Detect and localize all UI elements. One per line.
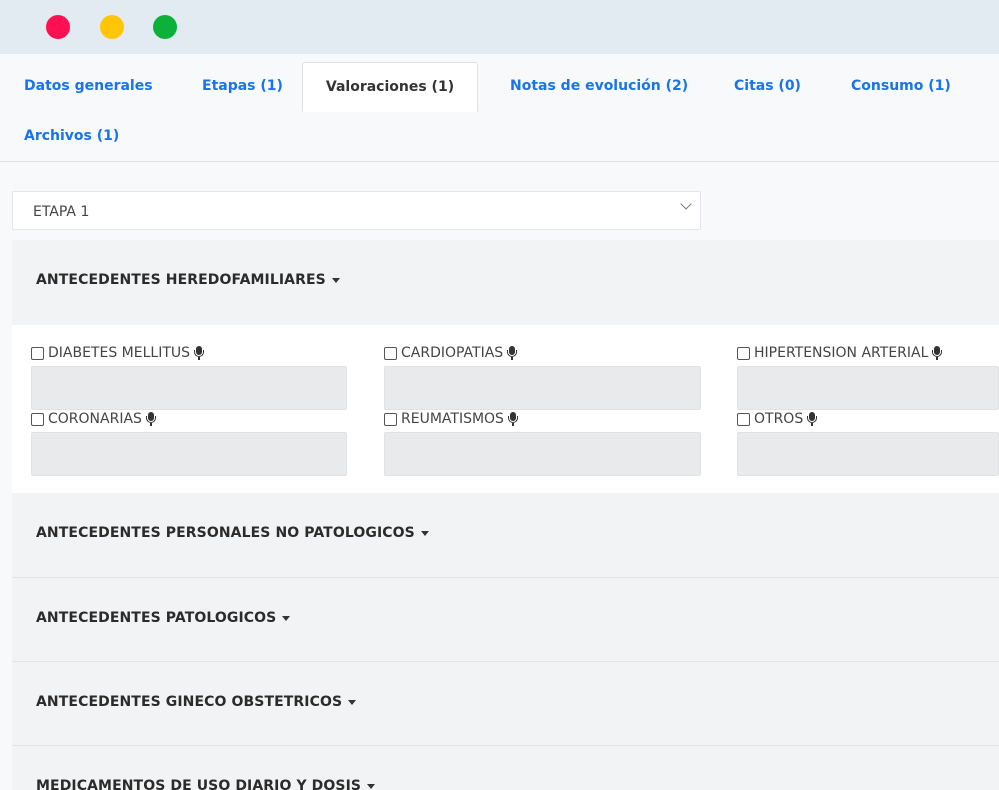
microphone-icon[interactable] xyxy=(194,346,205,360)
cardiopatias-checkbox[interactable] xyxy=(384,346,397,360)
diabetes-mellitus-checkbox[interactable] xyxy=(31,346,44,360)
field-label: HIPERTENSION ARTERIAL xyxy=(754,345,929,361)
field-label: CORONARIAS xyxy=(48,411,142,427)
coronarias-input[interactable] xyxy=(31,432,347,476)
caret-down-icon xyxy=(282,615,291,621)
section-header-medicamentos[interactable]: MEDICAMENTOS DE USO DIARIO Y DOSIS xyxy=(12,745,999,790)
maximize-window-button[interactable] xyxy=(153,15,177,39)
field-label: OTROS xyxy=(754,411,804,427)
tab-etapas[interactable]: Etapas (1) xyxy=(202,78,283,94)
microphone-icon[interactable] xyxy=(932,346,943,360)
hipertension-arterial-checkbox[interactable] xyxy=(737,346,750,360)
caret-down-icon xyxy=(367,783,376,789)
section-header-gineco-obstetricos[interactable]: ANTECEDENTES GINECO OBSTETRICOS xyxy=(12,661,999,745)
coronarias-checkbox[interactable] xyxy=(31,412,44,426)
diabetes-mellitus-input[interactable] xyxy=(31,366,347,410)
field-label: DIABETES MELLITUS xyxy=(48,345,191,361)
minimize-window-button[interactable] xyxy=(100,15,124,39)
field-label: REUMATISMOS xyxy=(401,411,504,427)
reumatismos-checkbox[interactable] xyxy=(384,412,397,426)
tab-consumo[interactable]: Consumo (1) xyxy=(851,78,951,94)
section-header-heredofamiliares[interactable]: ANTECEDENTES HEREDOFAMILIARES xyxy=(12,240,999,324)
reumatismos-input[interactable] xyxy=(384,432,701,476)
field-label: CARDIOPATIAS xyxy=(401,345,504,361)
microphone-icon[interactable] xyxy=(807,412,818,426)
chevron-down-icon xyxy=(680,198,692,210)
otros-checkbox[interactable] xyxy=(737,412,750,426)
tab-notas-de-evolucion[interactable]: Notas de evolución (2) xyxy=(510,78,688,94)
cardiopatias-input[interactable] xyxy=(384,366,701,410)
section-header-personales-no-patologicos[interactable]: ANTECEDENTES PERSONALES NO PATOLOGICOS xyxy=(12,493,999,577)
section-title: MEDICAMENTOS DE USO DIARIO Y DOSIS xyxy=(36,778,362,790)
tab-datos-generales[interactable]: Datos generales xyxy=(24,78,153,94)
section-body-heredofamiliares: DIABETES MELLITUS CARDIOPATIAS HIPERTENS… xyxy=(12,325,999,493)
section-header-patologicos[interactable]: ANTECEDENTES PATOLOGICOS xyxy=(12,577,999,661)
window-titlebar xyxy=(0,0,999,54)
close-window-button[interactable] xyxy=(46,15,70,39)
tab-valoraciones[interactable]: Valoraciones (1) xyxy=(302,62,478,112)
caret-down-icon xyxy=(348,699,357,705)
caret-down-icon xyxy=(420,530,429,536)
hipertension-arterial-input[interactable] xyxy=(737,366,999,410)
record-tabs: Datos generales Etapas (1) Valoraciones … xyxy=(0,54,999,162)
caret-down-icon xyxy=(331,277,340,283)
section-title: ANTECEDENTES PERSONALES NO PATOLOGICOS xyxy=(36,525,415,541)
otros-input[interactable] xyxy=(737,432,999,476)
assessment-sections: ANTECEDENTES HEREDOFAMILIARES DIABETES M… xyxy=(12,240,999,790)
section-title: ANTECEDENTES PATOLOGICOS xyxy=(36,610,277,626)
section-title: ANTECEDENTES HEREDOFAMILIARES xyxy=(36,272,326,288)
microphone-icon[interactable] xyxy=(507,412,518,426)
stage-select[interactable]: ETAPA 1 xyxy=(12,191,701,230)
microphone-icon[interactable] xyxy=(507,346,518,360)
microphone-icon[interactable] xyxy=(145,412,156,426)
stage-select-value: ETAPA 1 xyxy=(33,204,90,220)
section-title: ANTECEDENTES GINECO OBSTETRICOS xyxy=(36,694,343,710)
tab-citas[interactable]: Citas (0) xyxy=(734,78,801,94)
tab-archivos[interactable]: Archivos (1) xyxy=(24,128,119,144)
